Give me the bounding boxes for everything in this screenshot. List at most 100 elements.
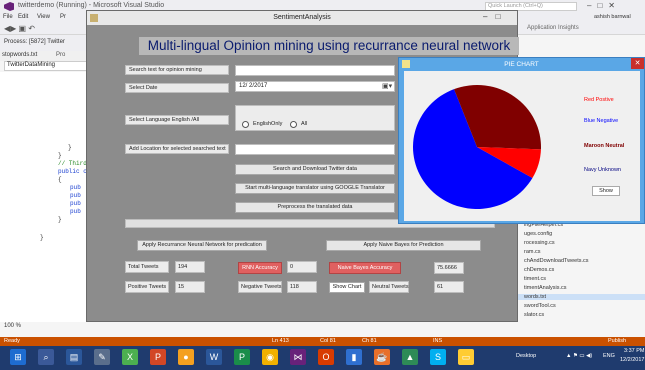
language-label: Select Language English /All xyxy=(125,115,229,125)
start-button-icon[interactable]: ⊞ xyxy=(10,349,26,365)
solution-item[interactable]: uges.config xyxy=(524,231,552,237)
toolbar-nav-icons[interactable]: ◀▶ ▣ ↶ xyxy=(4,24,35,33)
file-icon[interactable]: ▮ xyxy=(346,349,362,365)
photos-icon[interactable]: ▲ xyxy=(402,349,418,365)
firefox-icon[interactable]: ● xyxy=(178,349,194,365)
process-bar: Process: [5872] Twitter xyxy=(0,35,88,51)
application-insights-button[interactable]: Application Insights xyxy=(527,25,579,31)
code-line: } xyxy=(68,144,72,151)
code-line: { xyxy=(58,176,62,183)
clock-date[interactable]: 12/2/2017 xyxy=(620,357,644,363)
location-label: Add Location for selected searched text xyxy=(125,144,229,154)
solution-item[interactable]: timentAnalysis.cs xyxy=(524,285,567,291)
total-tweets-label: Total Tweets xyxy=(125,261,169,273)
radio-english-only[interactable] xyxy=(242,121,249,128)
code-editor[interactable]: } } // Third public c { pub pub pub pub … xyxy=(0,72,88,322)
solution-item[interactable]: swordTool.cs xyxy=(524,303,556,309)
vs-window-controls[interactable]: –□✕ xyxy=(587,1,621,10)
location-input[interactable] xyxy=(235,144,395,155)
window-controls[interactable]: – □ xyxy=(483,12,504,21)
status-ready: Ready xyxy=(4,338,20,344)
visual-studio-taskbar-icon[interactable]: ⋈ xyxy=(290,349,306,365)
chrome-icon[interactable]: ◉ xyxy=(262,349,278,365)
date-label: Select Date xyxy=(125,83,229,93)
vs-user-name[interactable]: ashish barnwal xyxy=(594,14,631,20)
solution-item[interactable]: timent.cs xyxy=(524,276,546,282)
zoom-level[interactable]: 100 % xyxy=(4,323,21,329)
editor-tabs: stopwords.txt Pro xyxy=(0,51,88,61)
menu-view[interactable]: View xyxy=(37,14,50,20)
menu-edit[interactable]: Edit xyxy=(18,14,28,20)
language-indicator[interactable]: ENG xyxy=(603,353,615,359)
word-icon[interactable]: W xyxy=(206,349,222,365)
clock-time[interactable]: 3:37 PM xyxy=(624,348,644,354)
translate-button[interactable]: Start multi-language translator using GO… xyxy=(235,183,395,194)
radio-all-label: All xyxy=(301,121,308,127)
pie-chart-body: Red Postive Blue Negative Maroon Neutral… xyxy=(404,71,640,221)
apply-naive-bayes-button[interactable]: Apply Naive Bayes for Prediction xyxy=(326,240,481,251)
window-titlebar: SentimentAnalysis – □ xyxy=(87,11,517,25)
status-ins: INS xyxy=(433,338,443,344)
page-title: Multi-lingual Opinion mining using recur… xyxy=(147,38,511,53)
radio-english-only-label: EnglishOnly xyxy=(253,121,283,127)
menu-file[interactable]: File xyxy=(3,14,13,20)
tray-icons[interactable]: ▲ ⚑ ▭ ◀) xyxy=(566,353,592,359)
status-line: Ln 413 xyxy=(272,338,289,344)
apply-rnn-button[interactable]: Apply Recurrance Neural Network for pred… xyxy=(137,240,267,251)
date-picker[interactable]: 12/ 2/2017 ▣▾ xyxy=(235,81,395,92)
legend-neutral: Maroon Neutral xyxy=(584,143,625,149)
search-input[interactable] xyxy=(235,65,395,76)
negative-tweets-value: 118 xyxy=(287,281,317,293)
legend-negative: Blue Negative xyxy=(584,118,619,124)
powerpoint-icon[interactable]: P xyxy=(150,349,166,365)
calendar-dropdown-icon[interactable]: ▣▾ xyxy=(382,82,392,91)
desktop-label[interactable]: Desktop xyxy=(516,353,536,359)
code-line: pub xyxy=(70,208,81,215)
explorer-icon[interactable]: ▭ xyxy=(458,349,474,365)
naive-bayes-accuracy-label: Naive Bayes Accuracy xyxy=(329,262,401,274)
radio-all[interactable] xyxy=(290,121,297,128)
tab-stopwords[interactable]: stopwords.txt xyxy=(2,52,37,58)
excel-icon[interactable]: X xyxy=(122,349,138,365)
skype-icon[interactable]: S xyxy=(430,349,446,365)
tab-other[interactable]: Pro xyxy=(56,52,65,58)
solution-item[interactable]: chAndDownloadTweets.cs xyxy=(524,258,589,264)
office-icon[interactable]: O xyxy=(318,349,334,365)
process-selector[interactable]: Process: [5872] Twitter xyxy=(4,39,65,45)
search-icon[interactable]: ⌕ xyxy=(38,349,54,365)
rnn-accuracy-label: RNN Accuracy xyxy=(238,262,282,274)
date-value: 12/ 2/2017 xyxy=(239,83,268,89)
code-line: pub xyxy=(70,184,81,191)
show-chart-button[interactable]: Show Chart xyxy=(329,282,365,293)
code-line: } xyxy=(58,216,62,223)
legend-unknown: Navy Unknown xyxy=(584,167,621,173)
menu-project[interactable]: Pr xyxy=(60,14,66,20)
code-line: // Third xyxy=(58,160,87,167)
total-tweets-value: 194 xyxy=(175,261,205,273)
visual-studio-logo-icon xyxy=(4,2,14,11)
preprocess-button[interactable]: Preprocess the translated data xyxy=(235,202,395,213)
code-line: pub xyxy=(70,192,81,199)
publish-button[interactable]: Publish xyxy=(608,338,626,344)
rnn-accuracy-value: 0 xyxy=(287,261,317,273)
code-line: } xyxy=(40,234,44,241)
naive-bayes-accuracy-value: 75.6666 xyxy=(434,262,464,274)
code-line: } xyxy=(58,152,62,159)
search-download-button[interactable]: Search and Download Twitter data xyxy=(235,164,395,175)
solution-item[interactable]: chDemos.cs xyxy=(524,267,554,273)
solution-item-selected[interactable]: words.txt xyxy=(518,294,645,300)
neutral-tweets-value: 61 xyxy=(434,281,464,293)
pie-show-button[interactable]: Show xyxy=(592,186,620,196)
vs-title: twitterdemo (Running) - Microsoft Visual… xyxy=(18,2,165,9)
solution-item[interactable]: ram.cs xyxy=(524,249,541,255)
publisher-icon[interactable]: P xyxy=(234,349,250,365)
solution-item[interactable]: rocessing.cs xyxy=(524,240,555,246)
task-view-icon[interactable]: ▤ xyxy=(66,349,82,365)
java-icon[interactable]: ☕ xyxy=(374,349,390,365)
close-icon[interactable]: ✕ xyxy=(631,58,644,69)
navigation-dropdown[interactable]: TwitterDataMining xyxy=(4,61,88,71)
solution-item[interactable]: slator.cs xyxy=(524,312,544,318)
tools-icon[interactable]: ✎ xyxy=(94,349,110,365)
language-radio-group: EnglishOnly All xyxy=(235,105,395,131)
status-col: Col 81 xyxy=(320,338,336,344)
